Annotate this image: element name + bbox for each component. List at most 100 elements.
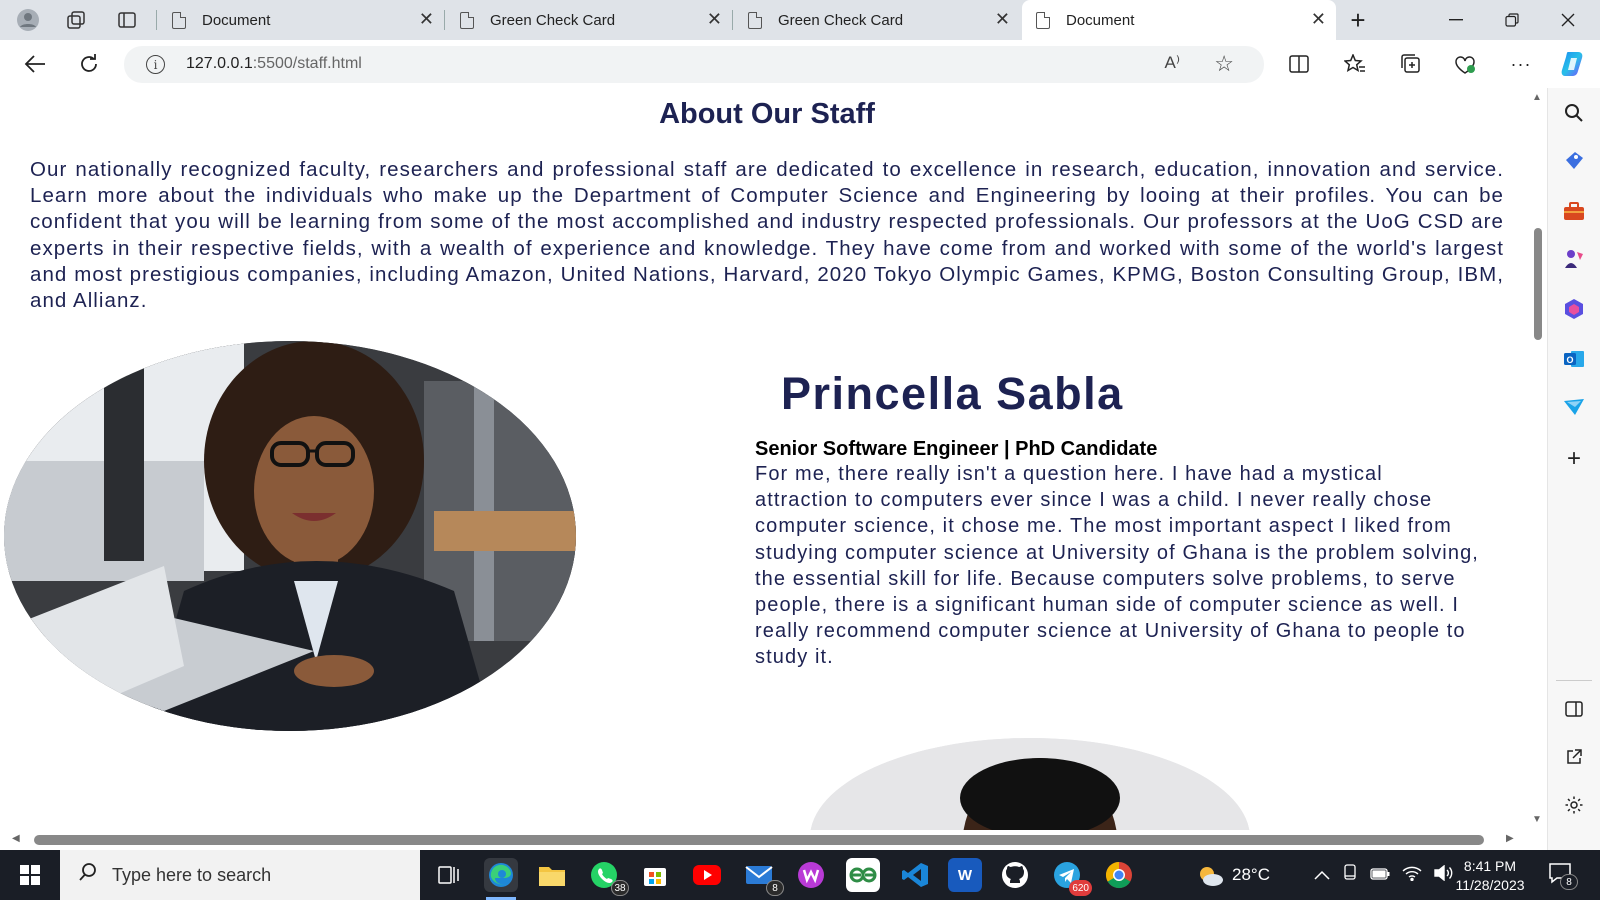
geeksforgeeks-icon[interactable] — [846, 858, 880, 892]
telegram-icon[interactable]: 620 — [1050, 858, 1092, 896]
close-tab-icon[interactable]: ✕ — [995, 9, 1010, 30]
site-info-icon[interactable]: i — [146, 55, 165, 74]
tools-icon[interactable] — [1561, 198, 1587, 224]
restore-button[interactable] — [1484, 0, 1540, 40]
browser-toolbar: i 127.0.0.1:5500/staff.html A⁾ ☆ ··· — [0, 40, 1600, 88]
taskbar-clock[interactable]: 8:41 PM 11/28/2023 — [1448, 857, 1532, 895]
windows-start-icon[interactable] — [0, 850, 60, 900]
refresh-button[interactable] — [74, 49, 104, 79]
mail-badge: 8 — [766, 880, 784, 896]
page-icon — [748, 11, 762, 29]
tab-separator — [444, 10, 445, 30]
open-in-window-icon[interactable] — [1561, 744, 1587, 770]
address-bar[interactable]: i 127.0.0.1:5500/staff.html A⁾ ☆ — [124, 46, 1264, 83]
whatsapp-icon[interactable]: 38 — [587, 858, 629, 896]
mail-icon[interactable]: 8 — [742, 858, 784, 896]
favorite-star-icon[interactable]: ☆ — [1214, 51, 1234, 77]
staff-photo — [4, 341, 576, 731]
tab-green-check-card-2[interactable]: Green Check Card ✕ — [734, 0, 1020, 40]
microsoft-365-icon[interactable] — [1561, 296, 1587, 322]
drop-icon[interactable] — [1561, 394, 1587, 420]
chrome-icon[interactable] — [1102, 858, 1136, 892]
hide-sidebar-icon[interactable] — [1561, 696, 1587, 722]
page-icon — [1036, 11, 1050, 29]
weather-partly-cloudy-icon — [1196, 864, 1223, 886]
horizontal-scroll-thumb[interactable] — [34, 835, 1484, 845]
whatsapp-badge: 38 — [611, 880, 629, 896]
svg-text:O: O — [1566, 355, 1573, 365]
telegram-badge: 620 — [1069, 880, 1092, 896]
scroll-down-arrow-icon[interactable]: ▼ — [1532, 814, 1542, 825]
search-icon[interactable] — [1561, 100, 1587, 126]
favorites-icon[interactable] — [1340, 49, 1370, 79]
browser-tab-strip: Document ✕ Green Check Card ✕ Green Chec… — [0, 0, 1600, 40]
github-icon[interactable] — [998, 858, 1032, 892]
scroll-right-arrow-icon[interactable]: ▶ — [1506, 833, 1514, 844]
edge-taskbar-icon[interactable] — [484, 858, 518, 900]
staff-role: Senior Software Engineer | PhD Candidate — [755, 438, 1158, 460]
taskbar-search-box[interactable]: Type here to search — [60, 850, 420, 900]
file-explorer-icon[interactable] — [535, 858, 569, 892]
battery-icon[interactable] — [1370, 867, 1390, 884]
microsoft-store-icon[interactable] — [638, 858, 672, 892]
url-text[interactable]: 127.0.0.1:5500/staff.html — [186, 55, 362, 73]
notification-center-icon[interactable]: 8 — [1548, 862, 1578, 890]
show-hidden-icons-chevron-icon[interactable] — [1314, 867, 1330, 884]
intro-paragraph: Our nationally recognized faculty, resea… — [30, 158, 1504, 313]
workspaces-icon[interactable] — [62, 6, 90, 34]
new-tab-button[interactable]: + — [1330, 0, 1386, 40]
games-icon[interactable] — [1561, 246, 1587, 272]
tab-title: Document — [202, 11, 271, 29]
tab-document-1[interactable]: Document ✕ — [158, 0, 444, 40]
horizontal-scrollbar[interactable]: ◀ ▶ — [4, 830, 1529, 850]
wps-office-icon[interactable] — [794, 858, 828, 892]
clock-time: 8:41 PM — [1463, 858, 1517, 874]
edge-sidebar: O + — [1547, 88, 1600, 850]
scroll-up-arrow-icon[interactable]: ▲ — [1532, 92, 1542, 103]
minimize-button[interactable] — [1428, 0, 1484, 40]
close-tab-icon[interactable]: ✕ — [419, 9, 434, 30]
more-menu-icon[interactable]: ··· — [1506, 49, 1536, 79]
system-tray — [1300, 850, 1466, 900]
split-screen-icon[interactable] — [1284, 49, 1314, 79]
clock-date: 11/28/2023 — [1455, 877, 1525, 893]
page-viewport: About Our Staff Our nationally recognize… — [4, 88, 1530, 830]
close-tab-icon[interactable]: ✕ — [707, 9, 722, 30]
tab-separator — [732, 10, 733, 30]
add-sidebar-app-icon[interactable]: + — [1561, 445, 1587, 472]
page-title: About Our Staff — [659, 98, 875, 130]
tab-title: Document — [1066, 11, 1135, 29]
tab-actions-icon[interactable] — [113, 6, 141, 34]
copilot-icon[interactable] — [1557, 47, 1591, 81]
profile-icon[interactable] — [14, 6, 42, 34]
device-icon[interactable] — [1342, 864, 1358, 886]
tab-green-check-card-1[interactable]: Green Check Card ✕ — [446, 0, 732, 40]
collections-icon[interactable] — [1396, 49, 1426, 79]
page-icon — [460, 11, 474, 29]
vertical-scrollbar[interactable]: ▲ ▼ — [1529, 88, 1547, 830]
url-path: :5500/staff.html — [252, 55, 362, 72]
vscode-icon[interactable] — [898, 858, 932, 892]
wifi-icon[interactable] — [1402, 865, 1422, 885]
task-view-icon[interactable] — [432, 858, 466, 892]
shopping-icon[interactable] — [1561, 148, 1587, 174]
sidebar-settings-gear-icon[interactable] — [1561, 792, 1587, 818]
url-host: 127.0.0.1 — [186, 55, 253, 72]
word-icon[interactable]: W — [948, 858, 982, 892]
tab-separator — [156, 10, 157, 30]
vertical-scroll-thumb[interactable] — [1534, 228, 1542, 340]
close-tab-icon[interactable]: ✕ — [1311, 9, 1326, 30]
page-icon — [172, 11, 186, 29]
staff-bio: For me, there really isn't a question he… — [755, 463, 1479, 669]
youtube-icon[interactable] — [690, 858, 724, 892]
scroll-left-arrow-icon[interactable]: ◀ — [12, 833, 20, 844]
windows-taskbar: Type here to search 38 8 W 620 28°C 8:41… — [0, 850, 1600, 900]
browser-essentials-icon[interactable] — [1450, 49, 1480, 79]
close-window-button[interactable] — [1540, 0, 1596, 40]
outlook-icon[interactable]: O — [1561, 346, 1587, 372]
read-aloud-icon[interactable]: A⁾ — [1164, 53, 1180, 73]
weather-widget[interactable]: 28°C — [1196, 850, 1270, 900]
sidebar-separator — [1556, 680, 1592, 681]
tab-document-active[interactable]: Document ✕ — [1022, 0, 1336, 40]
back-button[interactable] — [20, 49, 50, 79]
